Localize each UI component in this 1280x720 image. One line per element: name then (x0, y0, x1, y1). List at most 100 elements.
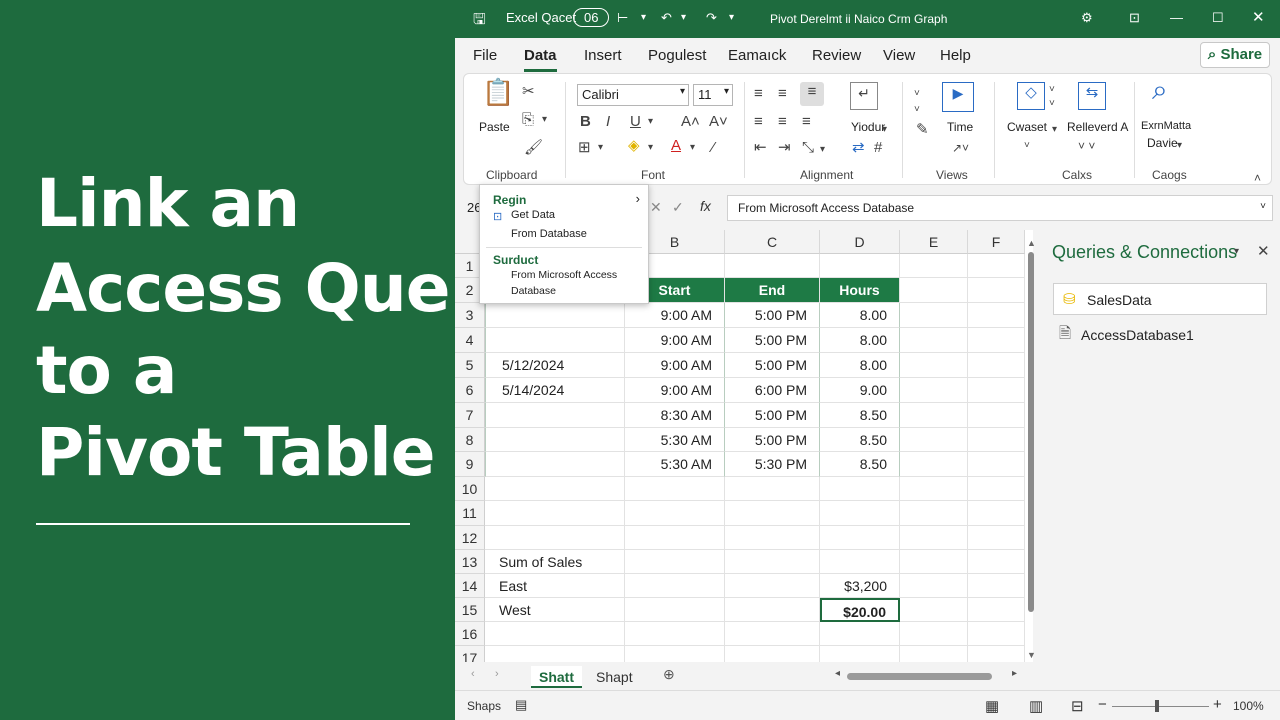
row-header[interactable]: 11 (455, 501, 485, 526)
row-header[interactable]: 3 (455, 303, 485, 328)
tab-file[interactable]: File (473, 47, 497, 64)
next-sheet-icon[interactable]: › (495, 668, 499, 680)
tab-view[interactable]: View (883, 47, 915, 64)
grid-cell[interactable] (485, 526, 625, 550)
paste-icon[interactable]: 📋 (482, 79, 514, 116)
pivot-title-cell[interactable]: Sum of Sales (485, 550, 625, 574)
tab-eamaick[interactable]: Eamaıck (728, 47, 786, 64)
chevron-down-icon[interactable]: ▾ (1052, 120, 1057, 140)
grid-cell[interactable] (968, 328, 1025, 353)
chevron-down-icon[interactable]: ▾ (648, 138, 653, 158)
chevron-down-icon[interactable]: ▾ (1177, 136, 1182, 156)
time-label[interactable]: Time (947, 120, 973, 134)
column-header-c[interactable]: C (725, 230, 820, 254)
grid-cell[interactable] (900, 303, 968, 328)
row-header[interactable]: 5 (455, 353, 485, 378)
redo-icon[interactable]: ↷ (706, 10, 717, 26)
grid-cell[interactable] (900, 353, 968, 378)
decrease-indent-icon[interactable]: ⇤ (754, 138, 767, 158)
scroll-right-icon[interactable]: ▸ (1012, 668, 1017, 679)
grid-cell[interactable] (968, 353, 1025, 378)
cwaset-icon[interactable]: ◇ (1017, 82, 1045, 110)
table-header-cell[interactable]: End (725, 278, 820, 303)
align-middle-icon[interactable]: ≡ (778, 84, 787, 104)
chevron-down-icon[interactable]: ▾ (681, 12, 686, 23)
enter-icon[interactable]: ✓ (672, 199, 684, 216)
chevron-down-icon[interactable]: ▾ (882, 120, 887, 140)
increase-indent-icon[interactable]: ⇥ (778, 138, 791, 158)
toggle-icon[interactable]: ⊢ (617, 10, 628, 26)
scroll-down-icon[interactable]: ▼ (1027, 650, 1036, 660)
prev-sheet-icon[interactable]: ‹ (471, 668, 475, 680)
start-cell[interactable]: 5:30 AM (625, 428, 725, 452)
hours-cell[interactable]: 8.50 (820, 452, 900, 477)
grid-cell[interactable] (820, 550, 900, 574)
end-cell[interactable]: 6:00 PM (725, 378, 820, 403)
format-painter-icon[interactable]: 🖌 (524, 138, 543, 158)
row-header[interactable]: 6 (455, 378, 485, 403)
grid-cell[interactable] (900, 254, 968, 278)
grid-cell[interactable] (725, 477, 820, 501)
start-cell[interactable]: 9:00 AM (625, 353, 725, 378)
date-cell[interactable]: 5/14/2024 (485, 378, 625, 403)
row-header[interactable]: 16 (455, 622, 485, 646)
grid-cell[interactable] (725, 501, 820, 526)
share-button[interactable]: ⌕ Share (1200, 42, 1270, 68)
start-cell[interactable]: 9:00 AM (625, 328, 725, 353)
arrow-icon[interactable]: ↗˅ (952, 138, 969, 158)
align-left-icon[interactable]: ≡ (754, 112, 763, 132)
cwaset-label[interactable]: Cwaset (1007, 120, 1047, 134)
row-header[interactable]: 12 (455, 526, 485, 550)
align-bottom-icon[interactable]: ≡ (800, 82, 824, 106)
pivot-west-value[interactable]: $20.00 (820, 598, 900, 622)
grid-cell[interactable] (900, 501, 968, 526)
decrease-font-icon[interactable]: A˅ (709, 112, 728, 132)
grid-cell[interactable] (968, 598, 1025, 622)
end-cell[interactable]: 5:00 PM (725, 428, 820, 452)
grid-cell[interactable] (968, 477, 1025, 501)
grid-cell[interactable] (900, 378, 968, 403)
page-break-icon[interactable]: ⊟ (1071, 697, 1084, 715)
grid-cell[interactable] (900, 574, 968, 598)
date-cell[interactable] (485, 452, 625, 477)
grid-cell[interactable] (625, 574, 725, 598)
grid-cell[interactable] (820, 477, 900, 501)
grid-cell[interactable] (900, 278, 968, 303)
account-icon[interactable]: ⚙ (1081, 10, 1093, 26)
cancel-icon[interactable]: ✕ (650, 199, 662, 216)
grid-cell[interactable] (968, 646, 1025, 662)
pivot-east-value[interactable]: $3,200 (820, 574, 900, 598)
grid-cell[interactable] (968, 501, 1025, 526)
pivot-west-label[interactable]: West (485, 598, 625, 622)
chevron-right-icon[interactable]: › (636, 191, 640, 206)
autosave-badge[interactable]: 06 (573, 8, 610, 27)
yiodur-label[interactable]: Yiodur (851, 120, 885, 134)
grid-cell[interactable] (968, 278, 1025, 303)
date-cell[interactable] (485, 403, 625, 428)
grid-cell[interactable] (900, 550, 968, 574)
hash-icon[interactable]: # (874, 138, 882, 158)
menu-item-from-access[interactable]: From Microsoft Access (511, 269, 617, 281)
grid-cell[interactable] (725, 550, 820, 574)
start-cell[interactable]: 9:00 AM (625, 303, 725, 328)
grid-cell[interactable] (725, 574, 820, 598)
row-header[interactable]: 13 (455, 550, 485, 574)
grid-cell[interactable] (485, 501, 625, 526)
row-header[interactable]: 17 (455, 646, 485, 662)
grid-cell[interactable] (820, 646, 900, 662)
table-header-cell[interactable]: Hours (820, 278, 900, 303)
normal-view-icon[interactable]: ▦ (985, 697, 999, 715)
grid-cell[interactable] (485, 477, 625, 501)
vertical-scrollbar[interactable]: ▲ ▼ (1025, 230, 1037, 662)
grid-cell[interactable] (820, 526, 900, 550)
grid-cell[interactable] (625, 501, 725, 526)
grid-cell[interactable] (968, 428, 1025, 452)
minimize-icon[interactable]: — (1170, 10, 1183, 25)
grid-cell[interactable] (968, 526, 1025, 550)
grid-cell[interactable] (968, 378, 1025, 403)
grid-cell[interactable] (968, 452, 1025, 477)
fx-icon[interactable]: fx (700, 198, 711, 214)
grid-cell[interactable] (625, 598, 725, 622)
grid-cell[interactable] (968, 303, 1025, 328)
grid-cell[interactable] (725, 598, 820, 622)
